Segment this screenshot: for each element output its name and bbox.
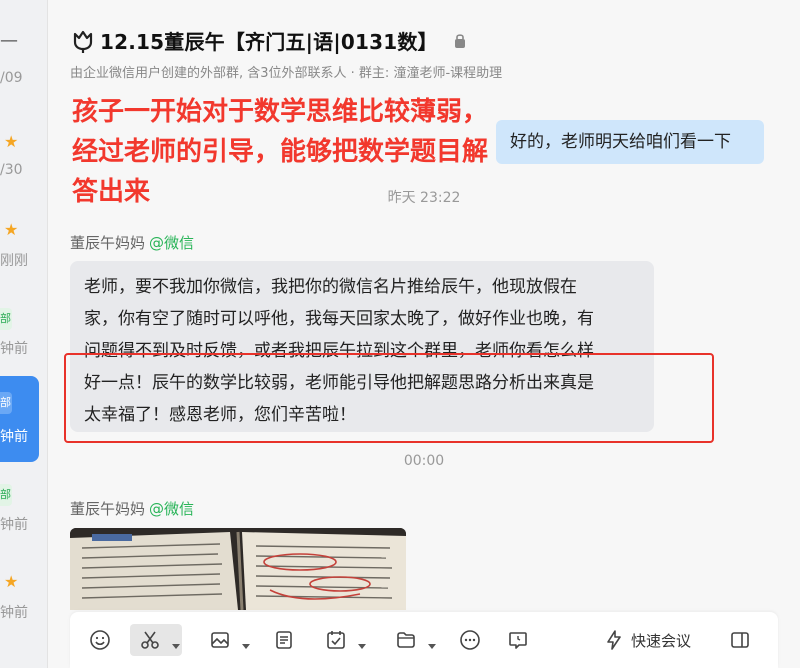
sidebar-toggle-button[interactable]	[724, 624, 756, 656]
chevron-down-icon[interactable]	[172, 644, 180, 649]
message-line: 太幸福了！感恩老师，您们辛苦啦！	[84, 405, 356, 425]
annotation-line: 答出来	[72, 177, 151, 207]
sender-name[interactable]: 董辰午妈妈 @微信	[70, 232, 194, 253]
conversation-list[interactable]: — /09 ★ /30 ★ 刚刚 部 钟前 部 钟前 部 钟前 ★ 钟前	[0, 0, 48, 668]
chat-subtitle: 由企业微信用户创建的外部群, 含3位外部联系人 · 群主: 潼潼老师-课程助理	[70, 66, 503, 81]
annotation-line: 经过老师的引导，能够把数学题目解	[72, 137, 489, 167]
conversation-time: 钟前	[0, 429, 28, 445]
chat-title-row: 12.15董辰午【齐门五|语|0131数】	[70, 26, 466, 55]
conversation-time: /09	[0, 70, 23, 86]
conversation-time: 刚刚	[0, 253, 28, 269]
lightning-icon	[607, 630, 621, 650]
task-icon	[327, 631, 345, 649]
tulip-icon	[73, 30, 93, 53]
conversation-time: 钟前	[0, 341, 28, 357]
conversation-time: 钟前	[0, 605, 28, 621]
wechat-source-label: @微信	[149, 500, 195, 518]
sidebar-icon	[731, 632, 749, 648]
conversation-time: /30	[0, 162, 23, 178]
input-toolbar: 快速会议	[70, 612, 778, 668]
task-button[interactable]	[316, 624, 368, 656]
book-photo-icon	[70, 528, 406, 610]
sender-display-name: 董辰午妈妈	[70, 500, 146, 518]
external-tag: 部	[0, 392, 12, 414]
received-message-bubble[interactable]: 老师，要不我加你微信，我把你的微信名片推给辰午，他现放假在 家，你有空了随时可以…	[70, 261, 654, 432]
schedule-button[interactable]	[502, 624, 534, 656]
more-icon	[460, 630, 480, 650]
message-timestamp: 00:00	[403, 453, 445, 469]
chevron-down-icon[interactable]	[358, 644, 366, 649]
document-button[interactable]	[268, 624, 300, 656]
annotation-overlay: 孩子一开始对于数学思维比较薄弱， 经过老师的引导，能够把数学题目解 答出来	[72, 92, 592, 212]
emoji-icon	[90, 630, 110, 650]
external-tag: 部	[0, 308, 12, 330]
wechat-source-label: @微信	[149, 234, 195, 252]
chat-panel: 12.15董辰午【齐门五|语|0131数】 由企业微信用户创建的外部群, 含3位…	[48, 0, 800, 668]
emoji-button[interactable]	[84, 624, 116, 656]
folder-icon	[397, 632, 415, 648]
star-icon: ★	[4, 572, 19, 591]
more-button[interactable]	[454, 624, 486, 656]
folder-button[interactable]	[386, 624, 438, 656]
active-conversation-item[interactable]: 部 钟前	[0, 376, 39, 462]
screenshot-button[interactable]	[130, 624, 182, 656]
lock-icon	[454, 33, 465, 48]
message-line: 老师，要不我加你微信，我把你的微信名片推给辰午，他现放假在	[84, 277, 577, 297]
conversation-time: 钟前	[0, 517, 28, 533]
sender-display-name: 董辰午妈妈	[70, 234, 146, 252]
star-icon: ★	[4, 132, 19, 151]
annotation-line: 孩子一开始对于数学思维比较薄弱，	[72, 97, 489, 127]
chevron-down-icon[interactable]	[428, 644, 436, 649]
chat-title: 12.15董辰午【齐门五|语|0131数】	[100, 30, 438, 54]
image-message[interactable]	[70, 528, 406, 610]
star-icon: ★	[4, 220, 19, 239]
sender-name[interactable]: 董辰午妈妈 @微信	[70, 498, 194, 519]
message-line: 问题得不到及时反馈，或者我把辰午拉到这个群里，老师你看怎么样	[84, 341, 594, 361]
collapse-icon[interactable]: —	[0, 30, 18, 51]
quick-meeting-label: 快速会议	[630, 631, 691, 650]
message-line: 家，你有空了随时可以呼他，我每天回家太晚了，做好作业也晚，有	[84, 309, 594, 329]
image-icon	[211, 632, 229, 648]
chat-header: 12.15董辰午【齐门五|语|0131数】 由企业微信用户创建的外部群, 含3位…	[48, 0, 800, 92]
image-button[interactable]	[200, 624, 252, 656]
document-icon	[276, 631, 292, 649]
schedule-icon	[509, 632, 527, 649]
external-tag: 部	[0, 484, 12, 506]
quick-meeting-button[interactable]: 快速会议	[592, 624, 702, 656]
message-line: 好一点！辰午的数学比较弱，老师能引导他把解题思路分析出来真是	[84, 373, 594, 393]
scissors-icon	[141, 631, 159, 649]
chevron-down-icon[interactable]	[242, 644, 250, 649]
